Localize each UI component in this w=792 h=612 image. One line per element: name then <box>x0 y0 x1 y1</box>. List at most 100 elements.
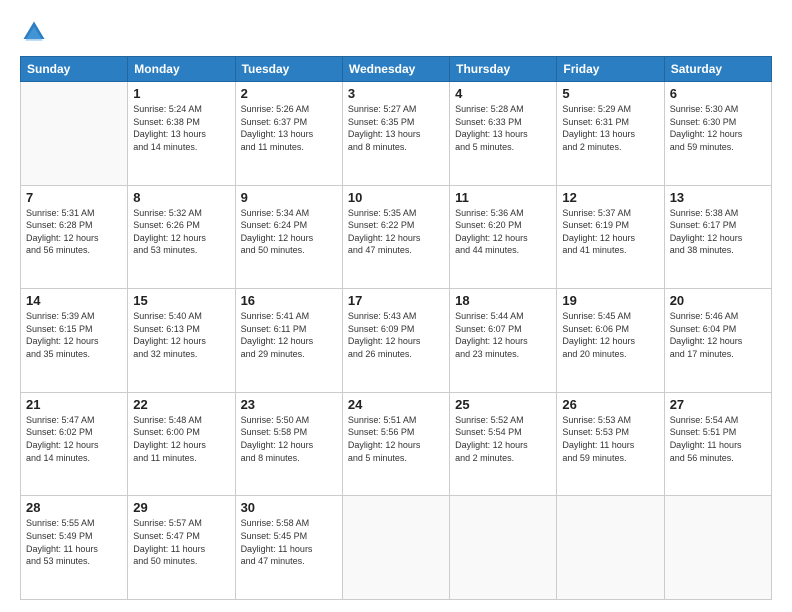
calendar-cell <box>664 496 771 600</box>
day-info: Sunrise: 5:32 AM Sunset: 6:26 PM Dayligh… <box>133 207 229 257</box>
calendar-cell: 7 Sunrise: 5:31 AM Sunset: 6:28 PM Daylig… <box>21 185 128 289</box>
day-info: Sunrise: 5:35 AM Sunset: 6:22 PM Dayligh… <box>348 207 444 257</box>
day-number: 22 <box>133 397 229 412</box>
day-info: Sunrise: 5:37 AM Sunset: 6:19 PM Dayligh… <box>562 207 658 257</box>
day-info: Sunrise: 5:57 AM Sunset: 5:47 PM Dayligh… <box>133 517 229 567</box>
weekday-header-thursday: Thursday <box>450 57 557 82</box>
day-info: Sunrise: 5:43 AM Sunset: 6:09 PM Dayligh… <box>348 310 444 360</box>
day-info: Sunrise: 5:48 AM Sunset: 6:00 PM Dayligh… <box>133 414 229 464</box>
day-number: 29 <box>133 500 229 515</box>
day-info: Sunrise: 5:27 AM Sunset: 6:35 PM Dayligh… <box>348 103 444 153</box>
day-info: Sunrise: 5:39 AM Sunset: 6:15 PM Dayligh… <box>26 310 122 360</box>
day-number: 6 <box>670 86 766 101</box>
day-number: 10 <box>348 190 444 205</box>
calendar-week-1: 1 Sunrise: 5:24 AM Sunset: 6:38 PM Daylig… <box>21 82 772 186</box>
day-info: Sunrise: 5:55 AM Sunset: 5:49 PM Dayligh… <box>26 517 122 567</box>
day-info: Sunrise: 5:40 AM Sunset: 6:13 PM Dayligh… <box>133 310 229 360</box>
day-number: 20 <box>670 293 766 308</box>
calendar-cell: 28 Sunrise: 5:55 AM Sunset: 5:49 PM Dayli… <box>21 496 128 600</box>
day-number: 16 <box>241 293 337 308</box>
day-number: 2 <box>241 86 337 101</box>
calendar-cell: 16 Sunrise: 5:41 AM Sunset: 6:11 PM Dayli… <box>235 289 342 393</box>
day-number: 25 <box>455 397 551 412</box>
weekday-header-saturday: Saturday <box>664 57 771 82</box>
calendar-cell: 25Sunrise: 5:52 AM Sunset: 5:54 PM Dayli… <box>450 392 557 496</box>
day-info: Sunrise: 5:44 AM Sunset: 6:07 PM Dayligh… <box>455 310 551 360</box>
calendar-cell: 13 Sunrise: 5:38 AM Sunset: 6:17 PM Dayli… <box>664 185 771 289</box>
calendar-cell <box>557 496 664 600</box>
day-number: 13 <box>670 190 766 205</box>
day-number: 14 <box>26 293 122 308</box>
day-number: 21 <box>26 397 122 412</box>
calendar-cell: 6 Sunrise: 5:30 AM Sunset: 6:30 PM Daylig… <box>664 82 771 186</box>
calendar-week-4: 21Sunrise: 5:47 AM Sunset: 6:02 PM Dayli… <box>21 392 772 496</box>
day-info: Sunrise: 5:51 AM Sunset: 5:56 PM Dayligh… <box>348 414 444 464</box>
day-info: Sunrise: 5:28 AM Sunset: 6:33 PM Dayligh… <box>455 103 551 153</box>
calendar-cell <box>342 496 449 600</box>
weekday-header-row: SundayMondayTuesdayWednesdayThursdayFrid… <box>21 57 772 82</box>
calendar-cell: 8 Sunrise: 5:32 AM Sunset: 6:26 PM Daylig… <box>128 185 235 289</box>
calendar-cell: 1 Sunrise: 5:24 AM Sunset: 6:38 PM Daylig… <box>128 82 235 186</box>
calendar-cell: 5Sunrise: 5:29 AM Sunset: 6:31 PM Daylig… <box>557 82 664 186</box>
day-info: Sunrise: 5:30 AM Sunset: 6:30 PM Dayligh… <box>670 103 766 153</box>
day-number: 7 <box>26 190 122 205</box>
calendar-cell: 15 Sunrise: 5:40 AM Sunset: 6:13 PM Dayli… <box>128 289 235 393</box>
day-info: Sunrise: 5:34 AM Sunset: 6:24 PM Dayligh… <box>241 207 337 257</box>
calendar-table: SundayMondayTuesdayWednesdayThursdayFrid… <box>20 56 772 600</box>
calendar-cell: 26Sunrise: 5:53 AM Sunset: 5:53 PM Dayli… <box>557 392 664 496</box>
weekday-header-monday: Monday <box>128 57 235 82</box>
day-number: 28 <box>26 500 122 515</box>
day-number: 23 <box>241 397 337 412</box>
weekday-header-sunday: Sunday <box>21 57 128 82</box>
day-number: 1 <box>133 86 229 101</box>
calendar-week-2: 7 Sunrise: 5:31 AM Sunset: 6:28 PM Daylig… <box>21 185 772 289</box>
calendar-cell: 22 Sunrise: 5:48 AM Sunset: 6:00 PM Dayli… <box>128 392 235 496</box>
calendar-cell: 12 Sunrise: 5:37 AM Sunset: 6:19 PM Dayli… <box>557 185 664 289</box>
calendar-cell: 17 Sunrise: 5:43 AM Sunset: 6:09 PM Dayli… <box>342 289 449 393</box>
calendar-cell: 30 Sunrise: 5:58 AM Sunset: 5:45 PM Dayli… <box>235 496 342 600</box>
day-info: Sunrise: 5:29 AM Sunset: 6:31 PM Dayligh… <box>562 103 658 153</box>
day-number: 4 <box>455 86 551 101</box>
calendar-cell: 23Sunrise: 5:50 AM Sunset: 5:58 PM Dayli… <box>235 392 342 496</box>
calendar-cell: 14 Sunrise: 5:39 AM Sunset: 6:15 PM Dayli… <box>21 289 128 393</box>
day-number: 12 <box>562 190 658 205</box>
day-number: 17 <box>348 293 444 308</box>
day-number: 8 <box>133 190 229 205</box>
calendar-cell: 27 Sunrise: 5:54 AM Sunset: 5:51 PM Dayli… <box>664 392 771 496</box>
header <box>20 18 772 46</box>
day-info: Sunrise: 5:58 AM Sunset: 5:45 PM Dayligh… <box>241 517 337 567</box>
calendar-cell: 21Sunrise: 5:47 AM Sunset: 6:02 PM Dayli… <box>21 392 128 496</box>
weekday-header-wednesday: Wednesday <box>342 57 449 82</box>
calendar-cell: 24 Sunrise: 5:51 AM Sunset: 5:56 PM Dayli… <box>342 392 449 496</box>
calendar-cell <box>21 82 128 186</box>
calendar-week-5: 28 Sunrise: 5:55 AM Sunset: 5:49 PM Dayli… <box>21 496 772 600</box>
calendar-cell: 19Sunrise: 5:45 AM Sunset: 6:06 PM Dayli… <box>557 289 664 393</box>
day-number: 9 <box>241 190 337 205</box>
calendar-cell <box>450 496 557 600</box>
day-number: 26 <box>562 397 658 412</box>
day-number: 30 <box>241 500 337 515</box>
calendar-cell: 3 Sunrise: 5:27 AM Sunset: 6:35 PM Daylig… <box>342 82 449 186</box>
day-info: Sunrise: 5:31 AM Sunset: 6:28 PM Dayligh… <box>26 207 122 257</box>
calendar-cell: 20Sunrise: 5:46 AM Sunset: 6:04 PM Dayli… <box>664 289 771 393</box>
calendar-cell: 2Sunrise: 5:26 AM Sunset: 6:37 PM Daylig… <box>235 82 342 186</box>
day-number: 18 <box>455 293 551 308</box>
day-number: 3 <box>348 86 444 101</box>
page: SundayMondayTuesdayWednesdayThursdayFrid… <box>0 0 792 612</box>
calendar-cell: 11Sunrise: 5:36 AM Sunset: 6:20 PM Dayli… <box>450 185 557 289</box>
calendar-cell: 9 Sunrise: 5:34 AM Sunset: 6:24 PM Daylig… <box>235 185 342 289</box>
day-number: 19 <box>562 293 658 308</box>
day-info: Sunrise: 5:54 AM Sunset: 5:51 PM Dayligh… <box>670 414 766 464</box>
day-number: 24 <box>348 397 444 412</box>
day-info: Sunrise: 5:41 AM Sunset: 6:11 PM Dayligh… <box>241 310 337 360</box>
day-info: Sunrise: 5:24 AM Sunset: 6:38 PM Dayligh… <box>133 103 229 153</box>
day-info: Sunrise: 5:38 AM Sunset: 6:17 PM Dayligh… <box>670 207 766 257</box>
calendar-cell: 29 Sunrise: 5:57 AM Sunset: 5:47 PM Dayli… <box>128 496 235 600</box>
calendar-cell: 10 Sunrise: 5:35 AM Sunset: 6:22 PM Dayli… <box>342 185 449 289</box>
logo <box>20 18 52 46</box>
day-number: 15 <box>133 293 229 308</box>
day-number: 11 <box>455 190 551 205</box>
weekday-header-friday: Friday <box>557 57 664 82</box>
day-number: 27 <box>670 397 766 412</box>
calendar-cell: 4 Sunrise: 5:28 AM Sunset: 6:33 PM Daylig… <box>450 82 557 186</box>
